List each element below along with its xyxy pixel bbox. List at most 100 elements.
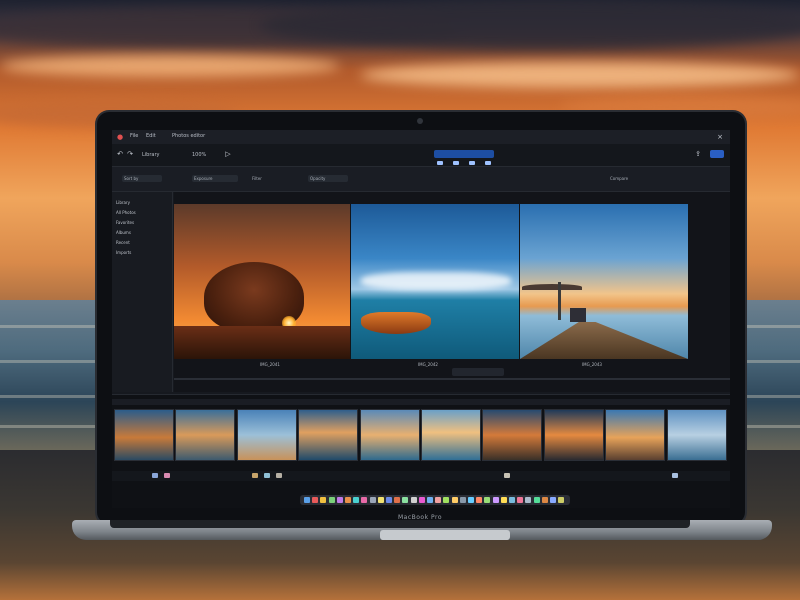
dock-app-icon[interactable] (304, 497, 310, 503)
dock-app-icon[interactable] (361, 497, 368, 503)
done-button[interactable] (710, 150, 724, 158)
dock-app-icon[interactable] (386, 497, 392, 503)
photo-pier[interactable] (520, 204, 688, 359)
timeline-panel (112, 394, 730, 508)
filter-label: Filter (252, 176, 262, 181)
dock-app-icon[interactable] (427, 497, 433, 503)
tool-icon[interactable] (164, 473, 170, 478)
tool-icon[interactable] (672, 473, 678, 478)
exposure-field[interactable]: Exposure (192, 175, 238, 182)
sidebar-item[interactable]: Favorites (116, 220, 134, 225)
timeline-thumbnail[interactable] (482, 409, 543, 461)
tool-icon[interactable] (504, 473, 510, 478)
filter-icon[interactable] (485, 161, 492, 165)
playback-controls[interactable] (452, 368, 504, 376)
tool-icon[interactable] (252, 473, 258, 478)
dock-app-icon[interactable] (377, 497, 384, 503)
dock-app-icon[interactable] (517, 497, 524, 503)
dock-app-icon[interactable] (484, 497, 491, 503)
zoom-level[interactable]: 100% (192, 152, 206, 158)
dock-app-icon[interactable] (541, 497, 548, 503)
dock (300, 495, 570, 505)
dock-app-icon[interactable] (353, 497, 360, 503)
laptop-hinge (110, 520, 690, 528)
timeline-thumbnail[interactable] (359, 409, 420, 461)
sidebar-item[interactable]: Albums (116, 230, 131, 235)
share-icon[interactable]: ⇪ (694, 150, 702, 158)
dock-app-icon[interactable] (336, 497, 343, 503)
timeline-thumbnail[interactable] (421, 409, 481, 461)
adjustments-bar: Sort by Exposure Filter Opacity Compare (112, 167, 730, 192)
title-bar: ● File Edit Photos editor × (112, 130, 730, 144)
pier-post (558, 282, 561, 320)
menu-item[interactable]: Edit (146, 133, 156, 139)
timeline-thumbnail[interactable] (298, 409, 359, 461)
adjust-icon[interactable] (469, 161, 476, 165)
timeline-toolbar (112, 471, 730, 481)
dock-app-icon[interactable] (435, 497, 442, 503)
dock-app-icon[interactable] (443, 497, 450, 503)
timeline-ruler[interactable] (112, 399, 730, 405)
webcam-icon (417, 118, 423, 124)
dock-app-icon[interactable] (394, 497, 401, 503)
mountain (522, 284, 582, 290)
sidebar-item[interactable]: Imports (116, 250, 131, 255)
dock-app-icon[interactable] (550, 497, 556, 503)
dock-app-icon[interactable] (418, 497, 425, 503)
photo-sunset-rock[interactable] (174, 204, 350, 359)
opacity-field[interactable]: Opacity (308, 175, 348, 182)
rotate-icon[interactable] (453, 161, 460, 165)
photo-boat[interactable] (351, 204, 519, 359)
dock-app-icon[interactable] (312, 497, 319, 503)
dock-app-icon[interactable] (468, 497, 474, 503)
cloud (0, 55, 340, 77)
sort-field[interactable]: Sort by (122, 175, 162, 182)
dock-app-icon[interactable] (492, 497, 499, 503)
dock-app-icon[interactable] (402, 497, 409, 503)
timeline-thumbnail[interactable] (543, 409, 604, 461)
tool-icon[interactable] (264, 473, 270, 478)
dock-app-icon[interactable] (328, 497, 335, 503)
timeline-thumbnail[interactable] (114, 409, 174, 461)
cloud (260, 0, 800, 50)
timeline-thumbnail[interactable] (666, 409, 727, 461)
dock-app-icon[interactable] (476, 497, 483, 503)
redo-icon[interactable]: ↷ (126, 150, 134, 158)
timeline-thumbnail[interactable] (175, 409, 236, 461)
apple-icon[interactable]: ● (116, 133, 124, 141)
photo-viewer: IMG_2041 IMG_2042 IMG_2043 (174, 192, 730, 392)
compare-label[interactable]: Compare (610, 176, 628, 181)
viewer-scrollbar[interactable] (174, 378, 730, 380)
sidebar-item[interactable]: Recent (116, 240, 130, 245)
undo-icon[interactable]: ↶ (116, 150, 124, 158)
toolbar-label: Library (142, 152, 160, 158)
tool-icon[interactable] (276, 473, 282, 478)
dock-app-icon[interactable] (533, 497, 540, 503)
dock-app-icon[interactable] (320, 497, 327, 503)
timeline-thumbnail[interactable] (605, 409, 666, 461)
edit-tools-group[interactable] (434, 150, 494, 184)
photo-caption: IMG_2043 (582, 362, 602, 367)
filmstrip (114, 407, 728, 465)
menu-item[interactable]: File (130, 133, 138, 139)
brand-label: MacBook Pro (397, 514, 442, 521)
play-icon[interactable]: ▷ (224, 150, 232, 158)
close-icon[interactable]: × (716, 133, 724, 141)
sidebar-item[interactable]: Library (116, 200, 130, 205)
dock-app-icon[interactable] (558, 497, 565, 503)
timeline-thumbnail[interactable] (236, 409, 297, 461)
dock-app-icon[interactable] (369, 497, 376, 503)
dock-app-icon[interactable] (459, 497, 466, 503)
sidebar-item[interactable]: All Photos (116, 210, 136, 215)
dock-app-icon[interactable] (509, 497, 515, 503)
dock-app-icon[interactable] (525, 497, 532, 503)
trackpad-notch (380, 530, 510, 540)
dock-app-icon[interactable] (410, 497, 417, 503)
dock-app-icon[interactable] (500, 497, 507, 503)
crop-icon[interactable] (437, 161, 443, 165)
app-window: ● File Edit Photos editor × ↶ ↷ Library … (112, 130, 730, 508)
dock-app-icon[interactable] (345, 497, 351, 503)
cloud (360, 62, 800, 88)
dock-app-icon[interactable] (451, 497, 458, 503)
tool-icon[interactable] (152, 473, 158, 478)
